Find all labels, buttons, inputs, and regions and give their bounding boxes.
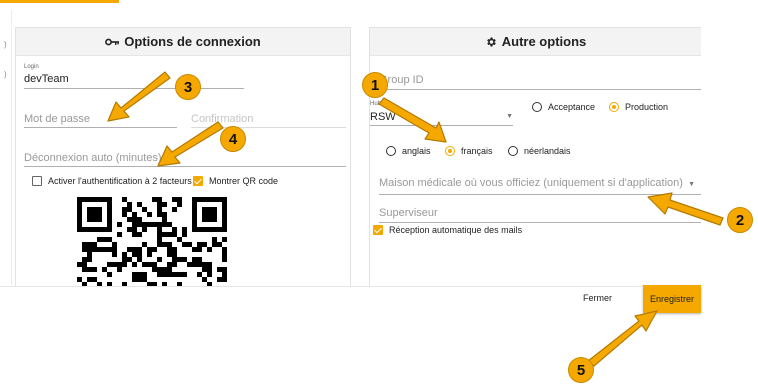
auto-logout-underline [24, 166, 346, 167]
lang-french[interactable]: français [445, 146, 493, 156]
show-qr-box[interactable] [193, 176, 203, 186]
callout-badge-5: 5 [568, 357, 594, 383]
lang-dutch[interactable]: néerlandais [508, 146, 571, 156]
strip-mark: ) [4, 40, 7, 49]
lang-english-radio[interactable] [386, 146, 396, 156]
hub-value: RSW [370, 111, 396, 123]
connection-options-header: Options de connexion [16, 28, 350, 56]
supervisor-field[interactable]: Superviseur [379, 203, 701, 223]
supervisor-underline [379, 222, 701, 223]
lang-french-label: français [461, 146, 493, 156]
hub-underline [370, 125, 513, 126]
confirmation-placeholder: Confirmation [191, 113, 254, 125]
confirmation-underline [191, 127, 346, 128]
save-button[interactable]: Enregistrer [643, 285, 701, 313]
auto-mail-box[interactable] [373, 225, 383, 235]
env-acceptance-radio[interactable] [532, 102, 542, 112]
password-placeholder: Mot de passe [24, 113, 91, 125]
login-value: devTeam [24, 73, 69, 85]
two-factor-checkbox[interactable]: Activer l'authentification à 2 facteurs [32, 176, 192, 186]
env-production-label: Production [625, 102, 669, 112]
other-options-panel: Autre options Group ID Hub eH RSW ▼ Acce… [369, 27, 701, 287]
login-label: Login [24, 64, 39, 70]
medical-house-underline [379, 194, 701, 195]
strip-mark: ) [4, 70, 7, 79]
callout-badge-1: 1 [362, 72, 388, 98]
key-icon [105, 38, 120, 46]
hub-label: Hub eH [370, 101, 391, 107]
show-qr-label: Montrer QR code [209, 176, 279, 186]
callout-badge-4: 4 [220, 126, 246, 152]
other-options-title: Autre options [501, 34, 587, 49]
left-strip: ) ) [0, 10, 12, 285]
auto-logout-field[interactable]: Déconnexion auto (minutes) [24, 147, 346, 167]
auto-mail-label: Réception automatique des mails [389, 225, 523, 235]
qr-code-icon [77, 197, 227, 287]
login-field[interactable]: Login devTeam [24, 64, 244, 89]
connection-options-title: Options de connexion [124, 34, 261, 49]
dialog-footer-divider [0, 286, 701, 287]
env-production-radio[interactable] [609, 102, 619, 112]
password-underline [24, 127, 177, 128]
lang-english-label: anglais [402, 146, 431, 156]
supervisor-placeholder: Superviseur [379, 207, 438, 219]
password-field[interactable]: Mot de passe [24, 108, 177, 128]
auto-mail-checkbox[interactable]: Réception automatique des mails [373, 225, 522, 235]
other-options-header: Autre options [370, 28, 701, 56]
two-factor-box[interactable] [32, 176, 42, 186]
group-id-underline [379, 89, 701, 90]
medical-house-placeholder: Maison médicale où vous officiez (unique… [379, 177, 683, 189]
medical-house-select[interactable]: Maison médicale où vous officiez (unique… [379, 173, 701, 195]
active-tab-indicator [0, 0, 119, 3]
lang-dutch-radio[interactable] [508, 146, 518, 156]
env-acceptance-label: Acceptance [548, 102, 596, 112]
group-id-field[interactable]: Group ID [379, 68, 701, 90]
chevron-down-icon: ▼ [688, 181, 695, 188]
env-production[interactable]: Production [609, 102, 668, 112]
callout-badge-3: 3 [175, 74, 201, 100]
gear-icon [485, 36, 497, 48]
arrow-5 [587, 310, 658, 367]
two-factor-label: Activer l'authentification à 2 facteurs [48, 176, 192, 186]
auto-logout-placeholder: Déconnexion auto (minutes) [24, 152, 162, 164]
login-underline [24, 88, 244, 89]
chevron-down-icon: ▼ [506, 113, 513, 120]
confirmation-field[interactable]: Confirmation [191, 108, 346, 128]
hub-select[interactable]: Hub eH RSW ▼ [370, 101, 513, 126]
close-button[interactable]: Fermer [583, 293, 612, 303]
callout-badge-2: 2 [727, 207, 753, 233]
lang-english[interactable]: anglais [386, 146, 431, 156]
lang-dutch-label: néerlandais [524, 146, 571, 156]
env-acceptance[interactable]: Acceptance [532, 102, 595, 112]
lang-french-radio[interactable] [445, 146, 455, 156]
show-qr-checkbox[interactable]: Montrer QR code [193, 176, 278, 186]
